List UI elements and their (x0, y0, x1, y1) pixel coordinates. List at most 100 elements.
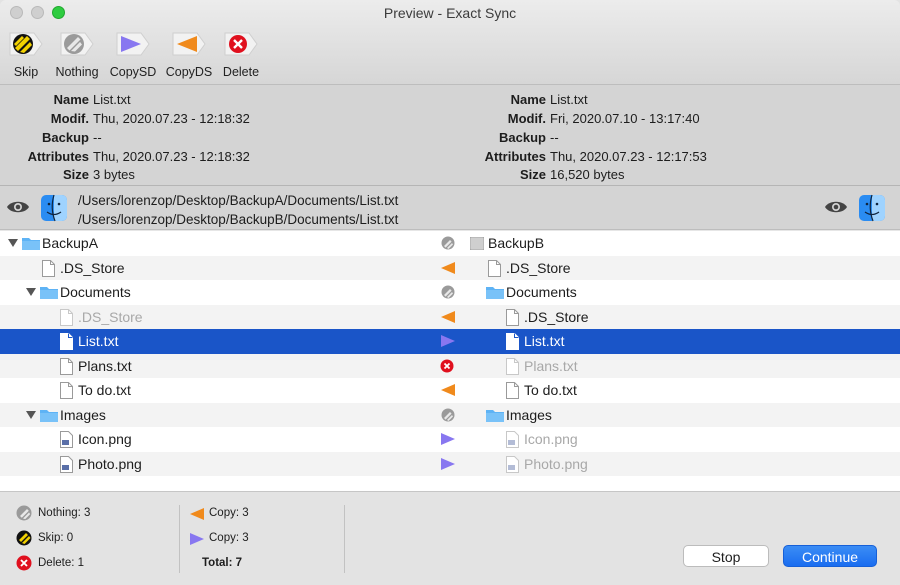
dest-path: /Users/lorenzop/Desktop/BackupB/Document… (78, 212, 399, 227)
right-backup-value: -- (550, 130, 559, 145)
delete-icon (16, 555, 32, 571)
sync-tree[interactable]: BackupA BackupB .DS_Store .DS_Store Docu… (0, 231, 900, 491)
copy-source-to-dest-icon[interactable] (440, 457, 456, 471)
left-item-name: To do.txt (78, 382, 131, 398)
right-modif-key: Modif. (507, 111, 546, 126)
skip-count: Skip: 0 (38, 532, 74, 544)
copy-dest-to-source-icon (172, 32, 206, 56)
continue-button[interactable]: Continue (783, 545, 877, 567)
right-attr-row: Attributes Thu, 2020.07.23 - 12:17:53 (0, 149, 707, 167)
nothing-label: Nothing (55, 65, 99, 79)
delete-count: Delete: 1 (38, 557, 85, 569)
nothing-icon (60, 32, 94, 56)
right-size-row: Size 16,520 bytes (0, 167, 624, 185)
eye-icon[interactable] (6, 200, 30, 214)
tree-row[interactable]: Plans.txt Plans.txt (0, 353, 900, 378)
left-item-name: Images (60, 406, 106, 423)
nothing-icon[interactable] (440, 408, 456, 422)
tree-row[interactable]: BackupA BackupB (0, 231, 900, 256)
right-item-name: Photo.png (524, 455, 588, 472)
copy-dest-to-source-icon[interactable] (440, 310, 456, 324)
right-size-value: 16,520 bytes (550, 167, 625, 182)
disclosure-triangle-icon[interactable] (8, 239, 18, 247)
stop-button[interactable]: Stop (683, 545, 769, 567)
image-file-icon (506, 455, 519, 473)
left-item-name: Plans.txt (78, 357, 132, 374)
nothing-icon[interactable] (440, 285, 456, 299)
image-file-icon (60, 431, 73, 448)
right-item-name: Plans.txt (524, 357, 578, 374)
copy-source-to-dest-icon[interactable] (440, 432, 456, 446)
right-backup-key: Backup (499, 130, 546, 145)
tree-row[interactable]: Images Images (0, 402, 900, 427)
left-item-name: List.txt (78, 333, 119, 349)
delete-button[interactable]: Delete (210, 30, 272, 79)
image-file-icon (506, 431, 519, 448)
skip-icon (16, 530, 32, 546)
folder-icon (40, 409, 58, 422)
delete-icon (224, 32, 258, 56)
document-icon (42, 259, 55, 277)
skip-icon (9, 32, 43, 56)
copy-source-to-dest-icon[interactable] (440, 334, 456, 348)
left-item-name: .DS_Store (78, 308, 143, 325)
tree-row[interactable]: .DS_Store .DS_Store (0, 304, 900, 329)
window-title: Preview - Exact Sync (383, 5, 517, 21)
copy-source-to-dest-icon (190, 533, 204, 545)
right-modif-value: Fri, 2020.07.10 - 13:17:40 (550, 111, 700, 126)
right-name-row: Name List.txt (0, 92, 588, 110)
document-icon (506, 308, 519, 326)
copy-ds-count: Copy: 3 (209, 507, 249, 519)
document-icon (506, 382, 519, 399)
folder-icon (40, 287, 58, 299)
disclosure-triangle-icon[interactable] (26, 410, 36, 419)
delete-label: Delete (222, 65, 260, 79)
delete-icon[interactable] (440, 359, 454, 373)
left-item-name: BackupA (42, 235, 99, 251)
document-icon (506, 357, 519, 375)
right-item-name: .DS_Store (524, 308, 589, 325)
right-item-name: Icon.png (524, 431, 578, 447)
tree-row-selected[interactable]: List.txt List.txt (0, 329, 900, 354)
source-path: /Users/lorenzop/Desktop/BackupA/Document… (78, 193, 399, 208)
left-item-name: Photo.png (78, 455, 142, 472)
folder-icon (486, 287, 504, 299)
copysd-label: CopySD (109, 65, 157, 79)
finder-icon[interactable] (40, 194, 68, 222)
left-item-name: .DS_Store (60, 259, 125, 276)
summary-footer: Nothing: 3 Skip: 0 Delete: 1 Copy: 3 Cop… (0, 491, 900, 585)
document-icon (488, 259, 501, 277)
finder-icon[interactable] (858, 194, 886, 222)
document-icon (60, 333, 73, 350)
right-item-name: .DS_Store (506, 259, 571, 276)
image-file-icon (60, 455, 73, 473)
copy-sd-count: Copy: 3 (209, 532, 249, 544)
document-icon (60, 308, 73, 326)
eye-icon[interactable] (824, 200, 848, 214)
path-bar: /Users/lorenzop/Desktop/BackupA/Document… (0, 186, 900, 230)
drive-icon (470, 237, 484, 250)
right-name-key: Name (510, 92, 546, 107)
right-name-value: List.txt (550, 92, 588, 107)
divider (179, 505, 180, 573)
nothing-button[interactable]: Nothing (46, 30, 108, 79)
tree-row[interactable]: Documents Documents (0, 280, 900, 305)
nothing-icon (16, 505, 32, 521)
right-modif-row: Modif. Fri, 2020.07.10 - 13:17:40 (0, 111, 700, 129)
tree-row[interactable]: Icon.png Icon.png (0, 427, 900, 452)
tree-row[interactable]: To do.txt To do.txt (0, 378, 900, 403)
total-count: Total: 7 (202, 557, 243, 569)
copy-dest-to-source-icon[interactable] (440, 383, 456, 397)
right-size-key: Size (519, 167, 546, 182)
file-info-panel: Name List.txt Modif. Thu, 2020.07.23 - 12:… (0, 85, 900, 186)
copysd-button[interactable]: CopySD (102, 30, 164, 79)
right-backup-row: Backup -- (0, 130, 559, 148)
copy-dest-to-source-icon[interactable] (440, 261, 456, 275)
tree-row[interactable]: Photo.png Photo.png (0, 451, 900, 476)
titlebar: Preview - Exact Sync Skip Nothing CopySD… (0, 0, 900, 85)
divider (344, 505, 345, 573)
right-item-name: BackupB (488, 235, 545, 251)
disclosure-triangle-icon[interactable] (26, 288, 36, 296)
nothing-icon[interactable] (440, 236, 456, 250)
tree-row[interactable]: .DS_Store .DS_Store (0, 255, 900, 280)
